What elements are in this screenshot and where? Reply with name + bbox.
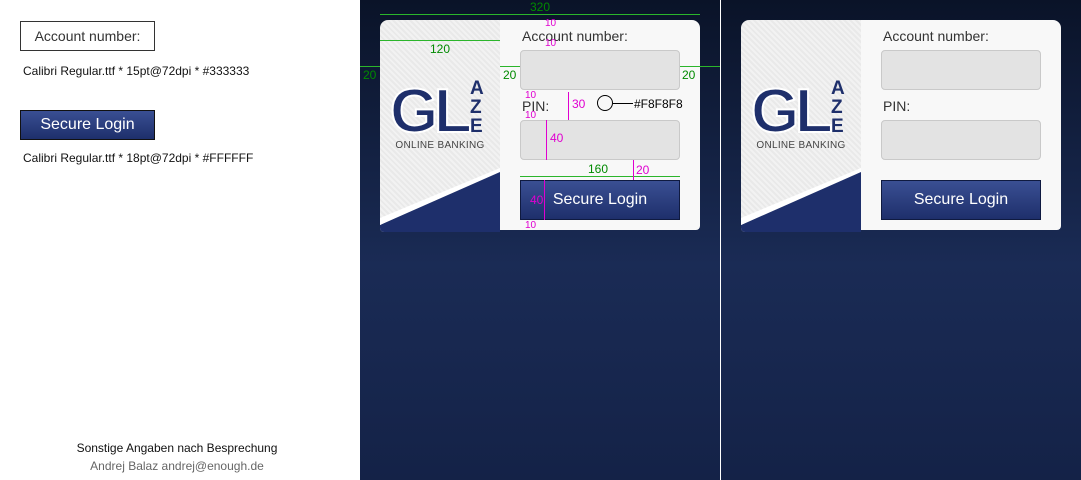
pin-input[interactable]: [520, 120, 680, 160]
brand-logo: G L A Z E: [390, 76, 484, 147]
brand-letter-l: L: [434, 77, 472, 146]
dim-line-button-gap: [633, 160, 634, 180]
dim-gap-pin-top: 10: [525, 90, 537, 101]
form-panel: Account number: PIN: Secure Login: [861, 20, 1061, 230]
dim-input-height: 40: [550, 131, 564, 145]
dim-line-logo-width: [380, 40, 500, 41]
account-number-input[interactable]: [881, 50, 1041, 90]
dim-margin-right: 20: [682, 68, 696, 82]
dim-gap-pin-bottom: 10: [525, 110, 537, 121]
spec-label-text: Account number:: [34, 28, 141, 44]
brand-logo: G L A Z E: [751, 76, 845, 147]
brand-letter-z: Z: [470, 97, 482, 118]
brand-letter-e: E: [831, 116, 844, 137]
dim-gap-bottom: 10: [525, 220, 537, 231]
account-number-label: Account number:: [522, 28, 628, 44]
dim-margin-left: 20: [363, 68, 377, 82]
dim-line-button-width: [520, 176, 680, 177]
logo-panel: G L A Z E ONLINE BANKING: [741, 20, 861, 232]
pin-input[interactable]: [881, 120, 1041, 160]
spec-panel: Account number: Calibri Regular.ttf * 15…: [0, 0, 360, 480]
secure-login-button[interactable]: Secure Login: [881, 180, 1041, 220]
brand-letter-g: G: [751, 77, 799, 146]
dim-input-color: #F8F8F8: [634, 97, 683, 111]
dim-line-margin-inner: [500, 66, 520, 67]
dim-line-pin-height: [568, 92, 569, 120]
dim-pin-height: 30: [572, 97, 586, 111]
dim-button-height: 40: [530, 193, 544, 207]
color-marker-line: [613, 103, 633, 104]
dim-button-width: 160: [588, 162, 609, 176]
dim-gap-top: 10: [545, 18, 557, 29]
spec-button-text: Secure Login: [40, 116, 135, 133]
brand-caption: ONLINE BANKING: [395, 140, 485, 151]
dim-gap-top2: 10: [545, 38, 557, 49]
brand-letter-l: L: [795, 77, 833, 146]
spec-label-sample: Account number:: [20, 21, 155, 51]
spec-button-font-note: Calibri Regular.ttf * 18pt@72dpi * #FFFF…: [23, 151, 254, 165]
dim-line-margin-left: [360, 66, 380, 67]
dim-margin-inner: 20: [503, 68, 517, 82]
dim-line-button-height: [544, 180, 545, 220]
annotated-login-screen: G L A Z E ONLINE BANKING Account number:…: [360, 0, 720, 480]
brand-letter-a: A: [831, 78, 845, 99]
brand-letter-z: Z: [831, 97, 843, 118]
spec-label-font-note: Calibri Regular.ttf * 15pt@72dpi * #3333…: [23, 64, 250, 78]
color-marker-circle: [597, 95, 613, 111]
brand-letter-e: E: [470, 116, 483, 137]
spec-footer-line1: Sonstige Angaben nach Besprechung: [76, 441, 278, 455]
dim-line-total-width: [380, 14, 700, 15]
secure-login-label: Secure Login: [552, 191, 648, 208]
dim-line-margin-right: [680, 66, 720, 67]
account-number-label: Account number:: [883, 28, 989, 44]
spec-button-sample: Secure Login: [20, 110, 155, 140]
brand-letter-g: G: [390, 77, 438, 146]
dim-logo-width: 120: [430, 42, 451, 56]
spec-footer-line2: Andrej Balaz andrej@enough.de: [90, 459, 264, 473]
secure-login-label: Secure Login: [913, 191, 1009, 208]
brand-letter-a: A: [470, 78, 484, 99]
dim-line-input-height: [546, 120, 547, 160]
dim-button-gap: 20: [636, 163, 650, 177]
brand-caption: ONLINE BANKING: [756, 140, 846, 151]
account-number-input[interactable]: [520, 50, 680, 90]
login-card: G L A Z E ONLINE BANKING Account number:…: [741, 20, 1061, 232]
pin-label: PIN:: [883, 98, 911, 114]
dim-total-width: 320: [530, 0, 551, 14]
login-screen: G L A Z E ONLINE BANKING Account number:…: [721, 0, 1081, 480]
